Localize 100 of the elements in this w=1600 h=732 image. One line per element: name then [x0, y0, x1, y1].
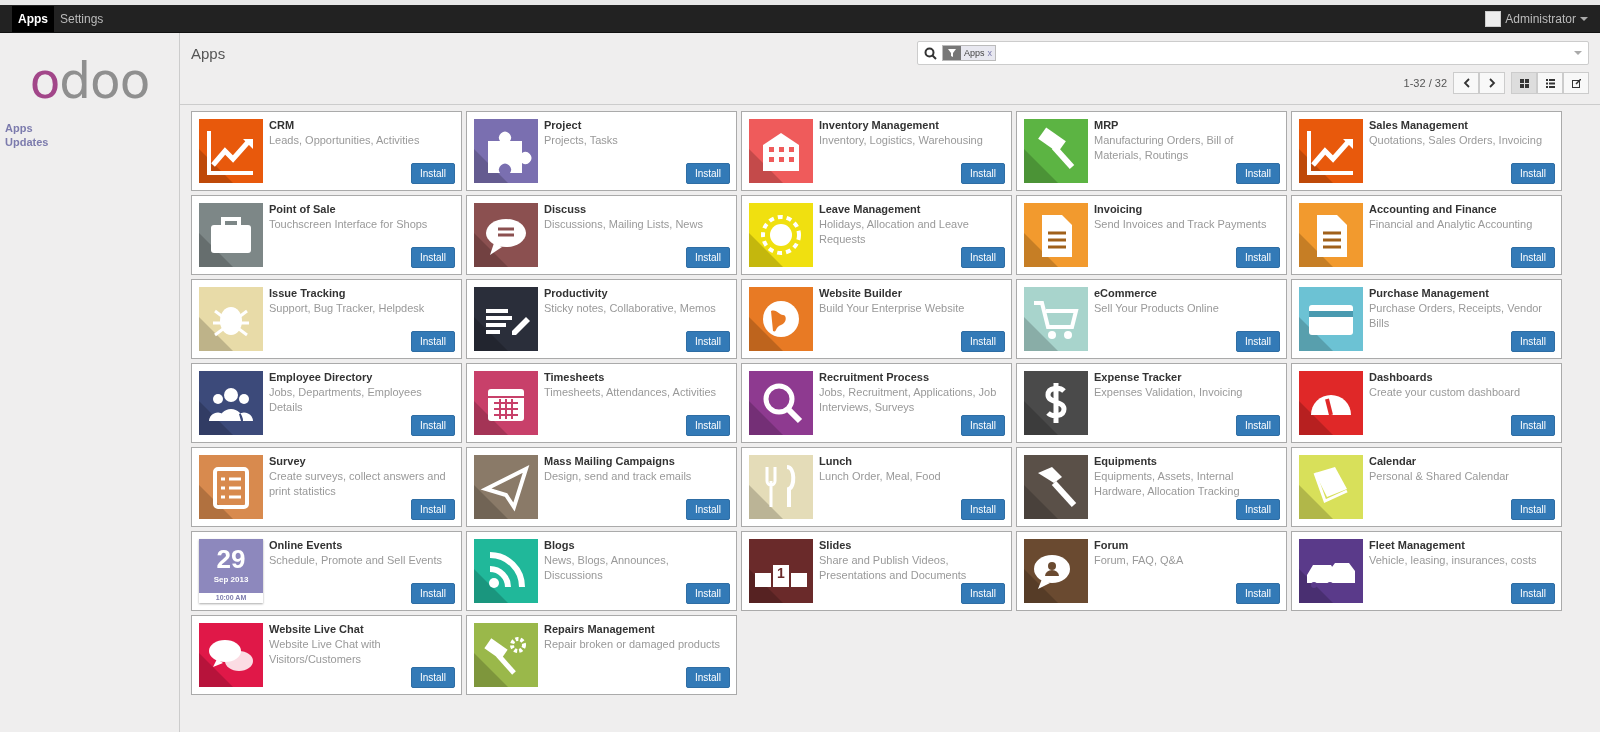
install-button[interactable]: Install [410, 331, 455, 352]
kanban-view-button[interactable] [1511, 72, 1537, 94]
install-button[interactable]: Install [410, 247, 455, 268]
kanban-view-icon [1519, 78, 1529, 88]
date-month: Sep 2013 [212, 575, 250, 584]
install-button[interactable]: Install [1235, 247, 1280, 268]
next-button[interactable] [1479, 72, 1505, 94]
app-name: Online Events [269, 539, 344, 551]
app-summary: Timesheets, Attendances, Activities [544, 385, 716, 400]
app-name: Fleet Management [1369, 539, 1466, 551]
app-name: Slides [819, 539, 853, 551]
facet-remove[interactable]: x [987, 48, 995, 58]
install-button[interactable]: Install [410, 583, 455, 604]
date-day: 29 [199, 539, 263, 575]
search-field[interactable]: Apps x [917, 41, 1589, 65]
install-button[interactable]: Install [1510, 499, 1555, 520]
app-name: Expense Tracker [1094, 371, 1183, 383]
app-summary: Financial and Analytic Accounting [1369, 217, 1533, 232]
app-summary: Lunch Order, Meal, Food [819, 469, 941, 484]
app-name: Website Live Chat [269, 623, 365, 635]
app-name: Equipments [1094, 455, 1158, 467]
install-button[interactable]: Install [1235, 499, 1280, 520]
app-summary: Schedule, Promote and Sell Events [269, 553, 443, 568]
app-summary: Design, send and track emails [544, 469, 692, 484]
app-name: Productivity [544, 287, 609, 299]
top-menu-item[interactable]: Settings [54, 5, 110, 32]
app-name: Accounting and Finance [1369, 203, 1498, 215]
app-summary: Inventory, Logistics, Warehousing [819, 133, 983, 148]
app-summary: Projects, Tasks [544, 133, 618, 148]
app-name: Dashboards [1369, 371, 1434, 383]
install-button[interactable]: Install [960, 499, 1005, 520]
install-button[interactable]: Install [1235, 163, 1280, 184]
install-button[interactable]: Install [960, 331, 1005, 352]
list-view-icon [1545, 78, 1555, 88]
app-summary: Create surveys, collect answers and print statistics [269, 469, 447, 499]
install-button[interactable]: Install [960, 583, 1005, 604]
app-summary: Discussions, Mailing Lists, News [544, 217, 703, 232]
app-name: Project [544, 119, 583, 131]
app-name: Calendar [1369, 455, 1418, 467]
app-name: Invoicing [1094, 203, 1144, 215]
app-name: Sales Management [1369, 119, 1470, 131]
app-summary: News, Blogs, Announces, Discussions [544, 553, 670, 583]
logo: odoo [28, 55, 151, 107]
sidebar-item[interactable]: Updates [5, 135, 179, 149]
pager-value: 1-32 / 32 [1403, 77, 1447, 89]
install-button[interactable]: Install [410, 499, 455, 520]
install-button[interactable]: Install [685, 331, 730, 352]
app-summary: Create your custom dashboard [1369, 385, 1521, 400]
app-summary: Sell Your Products Online [1094, 301, 1219, 316]
app-summary: Holidays, Allocation and Leave Requests [819, 217, 970, 247]
app-summary: Support, Bug Tracker, Helpdesk [269, 301, 425, 316]
install-button[interactable]: Install [685, 415, 730, 436]
install-button[interactable]: Install [1235, 583, 1280, 604]
install-button[interactable]: Install [685, 499, 730, 520]
chevron-left-icon [1462, 78, 1470, 88]
app-name: Issue Tracking [269, 287, 347, 299]
install-button[interactable]: Install [1510, 415, 1555, 436]
app-name: eCommerce [1094, 287, 1158, 299]
install-button[interactable]: Install [1235, 331, 1280, 352]
install-button[interactable]: Install [1510, 331, 1555, 352]
install-button[interactable]: Install [685, 163, 730, 184]
install-button[interactable]: Install [960, 415, 1005, 436]
install-button[interactable]: Install [685, 667, 730, 688]
install-button[interactable]: Install [960, 163, 1005, 184]
install-button[interactable]: Install [1510, 247, 1555, 268]
install-button[interactable]: Install [1510, 583, 1555, 604]
app-name: Employee Directory [269, 371, 374, 383]
top-menu-item[interactable]: Apps [12, 5, 54, 32]
form-view-button[interactable] [1563, 72, 1589, 94]
install-button[interactable]: Install [685, 247, 730, 268]
app-name: Recruitment Process [819, 371, 931, 383]
sidebar-item[interactable]: Apps [5, 121, 179, 135]
app-summary: Manufacturing Orders, Bill of Materials, Routings [1094, 133, 1235, 163]
install-button[interactable]: Install [410, 163, 455, 184]
install-button[interactable]: Install [1510, 163, 1555, 184]
app-summary: Jobs, Departments, Employees Details [269, 385, 423, 415]
app-summary: Website Live Chat with Visitors/Customers [269, 637, 382, 667]
install-button[interactable]: Install [410, 667, 455, 688]
app-summary: Sticky notes, Collaborative, Memos [544, 301, 716, 316]
page-title: Apps [191, 44, 227, 64]
app-name: CRM [269, 119, 296, 131]
install-button[interactable]: Install [685, 583, 730, 604]
app-name: Inventory Management [819, 119, 940, 131]
app-name: Purchase Management [1369, 287, 1490, 299]
app-name: Leave Management [819, 203, 922, 215]
previous-button[interactable] [1453, 72, 1479, 94]
app-name: Mass Mailing Campaigns [544, 455, 676, 467]
app-summary: Build Your Enterprise Website [819, 301, 965, 316]
avatar-icon [1485, 10, 1502, 27]
install-button[interactable]: Install [1235, 415, 1280, 436]
search-icon [924, 46, 937, 60]
app-summary: Equipments, Assets, Internal Hardware, Allocation Tracking [1094, 469, 1241, 499]
app-name: Discuss [544, 203, 588, 215]
app-summary: Quotations, Sales Orders, Invoicing [1369, 133, 1543, 148]
user-menu[interactable]: Administrator [1505, 11, 1576, 26]
install-button[interactable]: Install [410, 415, 455, 436]
list-view-button[interactable] [1537, 72, 1563, 94]
app-name: Lunch [819, 455, 853, 467]
install-button[interactable]: Install [960, 247, 1005, 268]
app-name: Survey [269, 455, 307, 467]
